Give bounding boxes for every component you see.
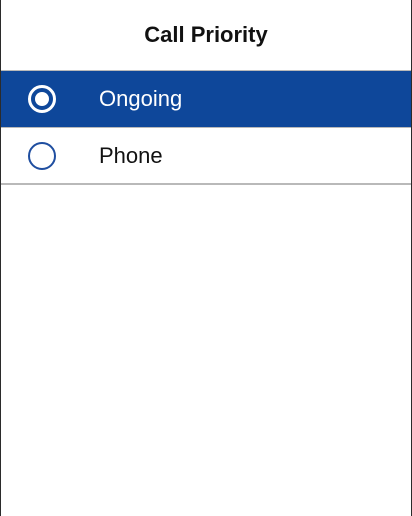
option-label: Ongoing <box>99 86 183 111</box>
priority-options-list: Ongoing Phone <box>1 70 411 185</box>
call-priority-screen: Call Priority Ongoing Phone <box>0 0 412 516</box>
radio-selected-icon[interactable] <box>28 85 56 113</box>
radio-unselected-icon[interactable] <box>28 141 56 170</box>
radio-dot <box>35 92 49 106</box>
option-phone[interactable]: Phone <box>1 128 411 185</box>
page-title: Call Priority <box>144 22 268 47</box>
title-bar: Call Priority <box>1 0 411 70</box>
option-label: Phone <box>99 142 163 168</box>
option-ongoing[interactable]: Ongoing <box>1 71 411 128</box>
